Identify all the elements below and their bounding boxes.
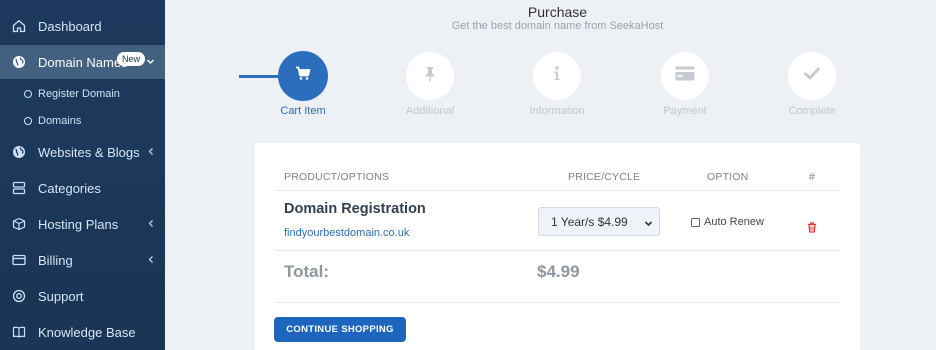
column-header-hash: # <box>809 171 816 183</box>
sidebar-subitem-domains[interactable]: Domains <box>0 111 165 133</box>
column-header-option: OPTION <box>707 171 749 183</box>
step-payment[interactable] <box>661 52 709 100</box>
sidebar-item-label: Billing <box>38 253 73 268</box>
sidebar-item-label: Support <box>38 289 84 304</box>
domain-link[interactable]: findyourbestdomain.co.uk <box>284 227 409 239</box>
sidebar: Dashboard Domain Names New Register Doma… <box>0 0 165 350</box>
step-label: Cart Item <box>280 105 326 117</box>
divider <box>275 302 840 303</box>
info-icon <box>553 66 561 86</box>
chevron-down-icon <box>146 55 155 69</box>
sidebar-item-categories[interactable]: Categories <box>0 171 165 205</box>
sidebar-subitem-label: Register Domain <box>38 88 120 100</box>
step-label: Information <box>529 105 585 117</box>
sidebar-item-websites-blogs[interactable]: Websites & Blogs <box>0 135 165 169</box>
trash-icon[interactable] <box>807 220 817 238</box>
check-icon <box>804 67 820 85</box>
lifebuoy-icon <box>11 288 27 304</box>
step-information[interactable] <box>533 52 581 100</box>
step-additional[interactable] <box>406 52 454 100</box>
chevron-down-icon <box>644 217 653 231</box>
sidebar-item-label: Categories <box>38 181 101 196</box>
sidebar-item-hosting-plans[interactable]: Hosting Plans <box>0 207 165 241</box>
chevron-left-icon <box>147 217 155 231</box>
column-header-product: PRODUCT/OPTIONS <box>284 171 390 183</box>
step-label: Complete <box>788 105 836 117</box>
sidebar-item-label: Knowledge Base <box>38 325 136 340</box>
sidebar-subitem-register-domain[interactable]: Register Domain <box>0 84 165 106</box>
page-subtitle: Get the best domain name from SeekaHost <box>451 20 664 32</box>
sidebar-item-label: Hosting Plans <box>38 217 119 232</box>
billing-cycle-select[interactable]: 1 Year/s $4.99 <box>538 207 660 236</box>
total-label: Total: <box>284 262 330 281</box>
circle-icon <box>24 117 32 125</box>
sidebar-item-knowledge-base[interactable]: Knowledge Base <box>0 315 165 349</box>
globe-icon <box>11 54 27 70</box>
sidebar-item-dashboard[interactable]: Dashboard <box>0 9 165 43</box>
checkbox-box[interactable] <box>691 217 700 227</box>
sidebar-item-label: Dashboard <box>38 19 102 34</box>
circle-icon <box>24 90 32 98</box>
cart-icon <box>295 66 311 86</box>
home-icon <box>11 18 27 34</box>
billing-cycle-value: 1 Year/s $4.99 <box>551 215 628 229</box>
column-header-price: PRICE/CYCLE <box>568 171 641 183</box>
auto-renew-label: Auto Renew <box>704 216 764 228</box>
sidebar-item-label: Domain Names <box>38 55 128 70</box>
step-label: Additional <box>405 105 455 117</box>
chevron-left-icon <box>147 253 155 267</box>
divider <box>275 250 840 251</box>
step-complete[interactable] <box>788 52 836 100</box>
sidebar-item-label: Websites & Blogs <box>38 145 140 160</box>
cart-card: PRODUCT/OPTIONS PRICE/CYCLE OPTION # Dom… <box>255 143 860 350</box>
sidebar-subitem-label: Domains <box>38 115 82 127</box>
step-cart-item[interactable] <box>278 51 328 101</box>
chevron-left-icon <box>147 145 155 159</box>
sidebar-item-billing[interactable]: Billing <box>0 243 165 277</box>
continue-shopping-button[interactable]: CONTINUE SHOPPING <box>274 317 406 342</box>
divider <box>275 190 840 191</box>
page-title: Purchase <box>527 4 588 20</box>
pin-icon <box>423 66 437 87</box>
total-value: $4.99 <box>537 262 580 281</box>
sidebar-item-support[interactable]: Support <box>0 279 165 313</box>
card-icon <box>11 252 27 268</box>
credit-card-icon <box>675 66 695 86</box>
auto-renew-checkbox[interactable]: Auto Renew <box>691 216 764 228</box>
new-badge: New <box>117 52 146 66</box>
book-icon <box>11 324 27 340</box>
step-label: Payment <box>663 105 707 117</box>
box-icon <box>11 216 27 232</box>
product-name: Domain Registration <box>284 201 426 217</box>
server-icon <box>11 180 27 196</box>
globe-icon <box>11 144 27 160</box>
